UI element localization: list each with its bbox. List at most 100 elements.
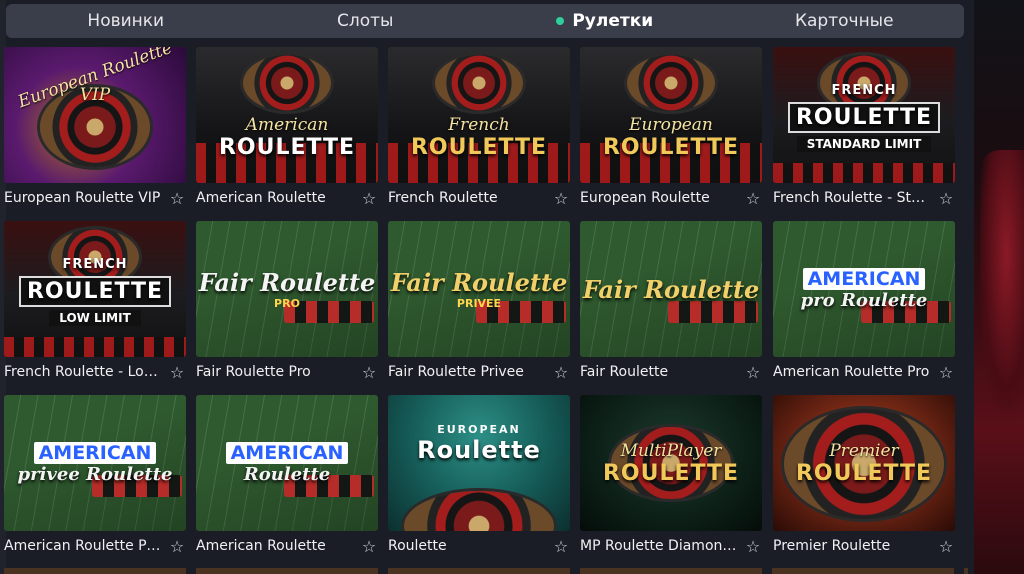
game-caption: Premier Roulette ☆ [773, 531, 955, 561]
game-caption: Fair Roulette Privee ☆ [388, 357, 570, 387]
game-logo-text: Fair Roulette [198, 268, 376, 297]
game-thumbnail[interactable]: Fair Roulette [580, 221, 762, 357]
game-card[interactable]: American ROULETTE American Roulette ☆ [196, 47, 378, 213]
tab-new[interactable]: Новинки [6, 11, 246, 31]
side-decoration-image [974, 0, 1024, 574]
game-thumbnail[interactable]: FRENCH ROULETTE STANDARD LIMIT [773, 47, 955, 183]
game-logo-text: American [245, 114, 329, 135]
game-thumbnail[interactable]: Premier ROULETTE [773, 395, 955, 531]
game-caption: French Roulette - Low ... ☆ [4, 357, 186, 387]
game-title[interactable]: European Roulette [580, 190, 710, 206]
favorite-star-icon[interactable]: ☆ [744, 363, 762, 382]
game-logo-text: French [448, 114, 510, 135]
game-logo-text: Roulette [417, 435, 541, 464]
betting-grid-image [668, 301, 758, 323]
game-thumbnail[interactable]: Fair Roulette PRIVEE [388, 221, 570, 357]
game-card[interactable]: FRENCH ROULETTE LOW LIMIT French Roulette -… [4, 221, 186, 387]
game-thumbnail[interactable]: Fair Roulette PRO [196, 221, 378, 357]
game-card[interactable]: Premier ROULETTE Premier Roulette ☆ [773, 395, 955, 561]
game-caption: American Roulette Pri... ☆ [4, 531, 186, 561]
category-tabs: Новинки Слоты Рулетки Карточные [6, 4, 964, 38]
game-card[interactable]: EUROPEAN Roulette Roulette ☆ [388, 395, 570, 561]
favorite-star-icon[interactable]: ☆ [937, 537, 955, 556]
game-card[interactable]: AMERICAN privee Roulette American Roulette… [4, 395, 186, 561]
game-title[interactable]: European Roulette VIP [4, 190, 160, 206]
betting-table-image [773, 163, 955, 183]
favorite-star-icon[interactable]: ☆ [168, 189, 186, 208]
game-card[interactable]: European ROULETTE European Roulette ☆ [580, 47, 762, 213]
roulette-wheel-image [435, 55, 523, 111]
game-logo-text: EUROPEAN [437, 422, 521, 436]
game-title[interactable]: American Roulette Pri... [4, 538, 162, 554]
favorite-star-icon[interactable]: ☆ [552, 537, 570, 556]
game-thumbnail[interactable]: MultiPlayer ROULETTE [580, 395, 762, 531]
favorite-star-icon[interactable]: ☆ [744, 189, 762, 208]
next-row-thumbnails-partial [4, 568, 968, 574]
game-thumbnail[interactable]: FRENCH ROULETTE LOW LIMIT [4, 221, 186, 357]
tab-roulettes[interactable]: Рулетки [485, 11, 725, 31]
game-title[interactable]: MP Roulette Diamond ... [580, 538, 738, 554]
game-logo-text: Roulette [243, 463, 331, 485]
game-thumbnail[interactable]: AMERICAN privee Roulette [4, 395, 186, 531]
game-title[interactable]: Fair Roulette Privee [388, 364, 524, 380]
game-card[interactable]: Fair Roulette PRIVEE Fair Roulette Privee ☆ [388, 221, 570, 387]
game-title[interactable]: American Roulette [196, 538, 326, 554]
tab-slots[interactable]: Слоты [246, 11, 486, 31]
game-logo-text: AMERICAN [33, 441, 157, 464]
favorite-star-icon[interactable]: ☆ [552, 189, 570, 208]
game-title[interactable]: French Roulette - Low ... [4, 364, 162, 380]
game-card[interactable]: MultiPlayer ROULETTE MP Roulette Diamond .… [580, 395, 762, 561]
favorite-star-icon[interactable]: ☆ [360, 537, 378, 556]
game-logo-text: pro Roulette [800, 289, 928, 311]
tab-label: Новинки [87, 11, 165, 31]
game-title[interactable]: Premier Roulette [773, 538, 890, 554]
game-logo-text: FRENCH [62, 256, 128, 272]
tab-label: Слоты [337, 11, 394, 31]
tab-label: Рулетки [572, 11, 654, 31]
game-title[interactable]: Roulette [388, 538, 447, 554]
game-logo-text: Premier [829, 440, 899, 461]
game-thumbnail[interactable]: American ROULETTE [196, 47, 378, 183]
game-title[interactable]: American Roulette [196, 190, 326, 206]
favorite-star-icon[interactable]: ☆ [360, 189, 378, 208]
tab-card-games[interactable]: Карточные [725, 11, 965, 31]
favorite-star-icon[interactable]: ☆ [937, 363, 955, 382]
favorite-star-icon[interactable]: ☆ [552, 363, 570, 382]
game-caption: MP Roulette Diamond ... ☆ [580, 531, 762, 561]
game-thumbnail[interactable]: AMERICAN pro Roulette [773, 221, 955, 357]
game-caption: Roulette ☆ [388, 531, 570, 561]
game-logo-text: Fair Roulette [390, 268, 568, 297]
favorite-star-icon[interactable]: ☆ [937, 189, 955, 208]
game-card[interactable]: Fair Roulette PRO Fair Roulette Pro ☆ [196, 221, 378, 387]
favorite-star-icon[interactable]: ☆ [168, 537, 186, 556]
favorite-star-icon[interactable]: ☆ [168, 363, 186, 382]
tab-label: Карточные [794, 11, 894, 31]
game-logo-text: ROULETTE [787, 101, 941, 133]
favorite-star-icon[interactable]: ☆ [744, 537, 762, 556]
game-card[interactable]: FRENCH ROULETTE STANDARD LIMIT French Roule… [773, 47, 955, 213]
game-title[interactable]: French Roulette - Stand... [773, 190, 931, 206]
game-logo-text: PRO [274, 297, 300, 310]
game-thumbnail[interactable]: AMERICAN Roulette [196, 395, 378, 531]
game-card[interactable]: European Roulette VIP European Roulette VI… [4, 47, 186, 213]
game-logo-text: privee Roulette [17, 463, 173, 485]
game-card[interactable]: AMERICAN pro Roulette American Roulette Pr… [773, 221, 955, 387]
game-logo-text: ROULETTE [795, 460, 933, 486]
game-title[interactable]: American Roulette Pro [773, 364, 929, 380]
roulette-wheel-image [404, 491, 554, 531]
game-title[interactable]: French Roulette [388, 190, 498, 206]
game-card[interactable]: Fair Roulette Fair Roulette ☆ [580, 221, 762, 387]
game-thumbnail[interactable]: European ROULETTE [580, 47, 762, 183]
game-card[interactable]: French ROULETTE French Roulette ☆ [388, 47, 570, 213]
game-thumbnail[interactable]: European Roulette VIP [4, 47, 186, 183]
game-logo-text: Fair Roulette [582, 274, 760, 304]
game-logo-text: LOW LIMIT [49, 309, 141, 326]
game-card[interactable]: AMERICAN Roulette American Roulette ☆ [196, 395, 378, 561]
game-caption: American Roulette ☆ [196, 183, 378, 213]
game-logo-text: STANDARD LIMIT [796, 135, 932, 152]
game-title[interactable]: Fair Roulette Pro [196, 364, 311, 380]
game-title[interactable]: Fair Roulette [580, 364, 668, 380]
game-thumbnail[interactable]: EUROPEAN Roulette [388, 395, 570, 531]
game-thumbnail[interactable]: French ROULETTE [388, 47, 570, 183]
favorite-star-icon[interactable]: ☆ [360, 363, 378, 382]
